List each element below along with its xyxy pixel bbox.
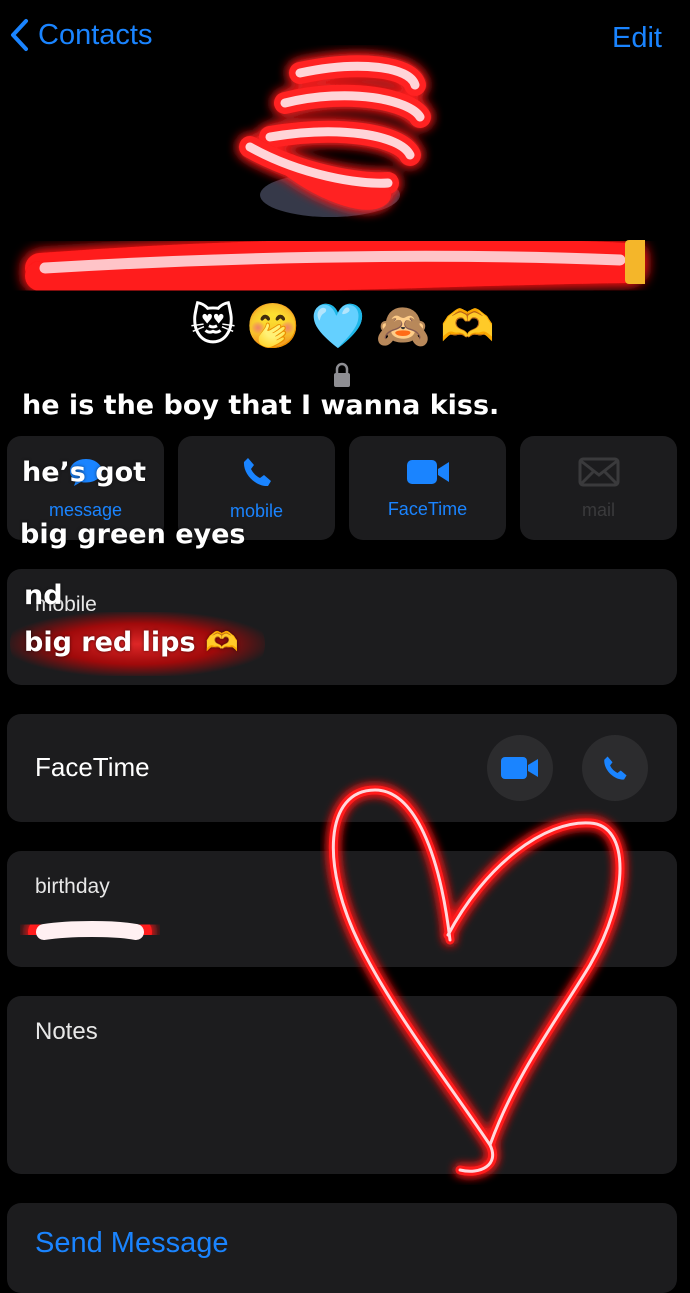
overlay-text-line: he’s got bbox=[22, 457, 147, 488]
action-label: FaceTime bbox=[387, 498, 468, 519]
neon-heart-drawing bbox=[328, 785, 625, 1176]
overlay-text-line: he is the boy that I wanna kiss. bbox=[22, 390, 500, 421]
mail-action-button[interactable]: mail bbox=[520, 436, 677, 540]
send-message-link[interactable]: Send Message bbox=[35, 1227, 228, 1260]
edit-button[interactable]: Edit bbox=[612, 22, 662, 55]
emoji-row: 😻 🤭 🩵 🙈 🫶 bbox=[190, 300, 495, 352]
overlay-text-line: big red lips 🫶 bbox=[24, 627, 239, 658]
video-camera-icon bbox=[406, 459, 449, 484]
chevron-left-icon bbox=[11, 19, 28, 51]
back-label: Contacts bbox=[38, 18, 153, 51]
emoji: 🙈 bbox=[375, 302, 431, 351]
emoji: 🤭 bbox=[245, 302, 301, 351]
avatar-scribble bbox=[239, 55, 431, 217]
name-scribble bbox=[25, 238, 645, 294]
name-emoji-fragment bbox=[625, 240, 645, 284]
action-label: message bbox=[48, 499, 123, 520]
emoji: 🩵 bbox=[310, 302, 366, 351]
back-button[interactable]: Contacts bbox=[8, 18, 152, 52]
phone-icon bbox=[243, 457, 271, 486]
lock-icon bbox=[334, 362, 350, 387]
facetime-label: FaceTime bbox=[35, 752, 150, 782]
birthday-value-scribble bbox=[28, 913, 152, 946]
notes-label: Notes bbox=[35, 1018, 98, 1045]
overlay-text-line: big green eyes bbox=[20, 519, 246, 550]
facetime-action-button[interactable]: FaceTime bbox=[349, 436, 506, 540]
overlay-text-line: nd bbox=[24, 580, 63, 611]
emoji: 😻 bbox=[190, 301, 236, 350]
action-label: mail bbox=[581, 499, 615, 520]
emoji: 🫶 bbox=[440, 302, 496, 351]
envelope-icon bbox=[578, 457, 619, 486]
